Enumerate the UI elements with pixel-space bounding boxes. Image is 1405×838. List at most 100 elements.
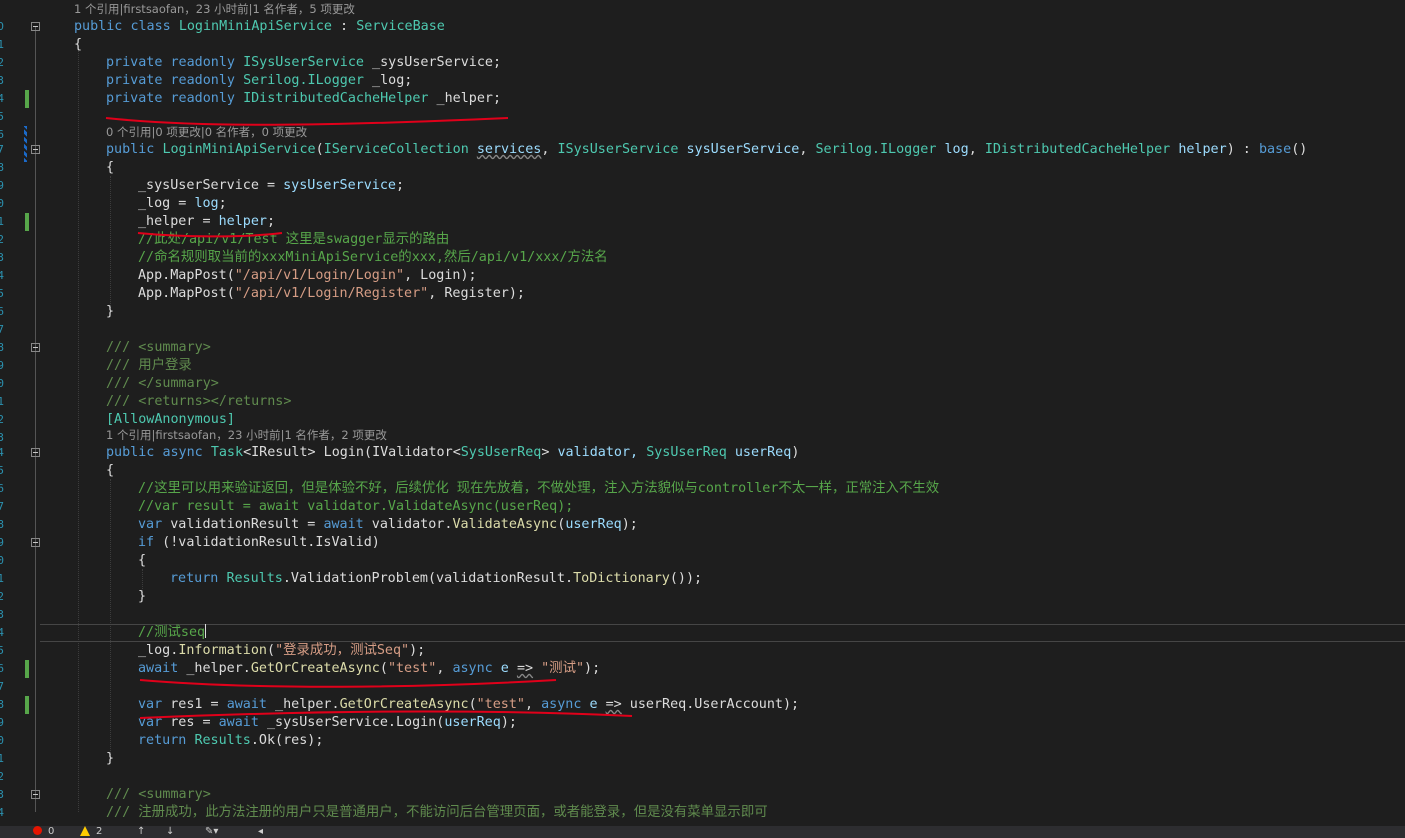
- code-line[interactable]: 8: [0, 678, 1405, 711]
- field-name: _helper;: [428, 91, 502, 106]
- scroll-left-icon[interactable]: ◂: [258, 826, 263, 838]
- code-line[interactable]: 7 //这里可以用来验证返回，但是体验不好，后续优化 现在先放着，不做处理，注入…: [0, 480, 1405, 513]
- expr: userReq.UserAccount: [621, 697, 783, 712]
- code-line[interactable]: 2 }: [0, 750, 1405, 783]
- code-line[interactable]: 1 public class LoginMiniApiService : Ser…: [0, 18, 1405, 51]
- method: Information: [178, 643, 267, 658]
- fold-toggle-icon[interactable]: [31, 538, 40, 547]
- punct: );: [500, 715, 517, 730]
- text-caret: [205, 624, 207, 638]
- lambda-param: e: [492, 661, 517, 676]
- fold-toggle-icon[interactable]: [31, 448, 40, 457]
- code-line[interactable]: 7 await _helper.GetOrCreateAsync("test",…: [0, 660, 1405, 693]
- arg: userReq: [444, 715, 501, 730]
- error-icon[interactable]: [33, 826, 42, 835]
- code-line[interactable]: 2 {: [0, 36, 1405, 69]
- code-line[interactable]: 8 //var result = await validator.Validat…: [0, 498, 1405, 531]
- assign-lhs: _helper =: [138, 214, 219, 229]
- xml-doc: /// </summary>: [106, 376, 219, 391]
- code-line[interactable]: 3 private readonly ISysUserService _sysU…: [0, 54, 1405, 87]
- code-line[interactable]: 0 if (!validationResult.IsValid): [0, 534, 1405, 567]
- code-line[interactable]: 8: [0, 321, 1405, 354]
- brace: {: [138, 553, 147, 568]
- code-line[interactable]: 9 /// <summary>: [0, 339, 1405, 372]
- type: Serilog.ILogger: [815, 142, 937, 157]
- fold-toggle-icon[interactable]: [31, 343, 40, 352]
- assign-rhs: helper: [218, 214, 267, 229]
- lambda-arrow: =>: [605, 697, 622, 712]
- code-line[interactable]: 4 //命名规则取当前的xxxMiniApiService的xxx,然后/api…: [0, 249, 1405, 282]
- code-line[interactable]: 5 private readonly IDistributedCacheHelp…: [0, 90, 1405, 123]
- param: helper: [1178, 142, 1227, 157]
- string: "test": [387, 661, 437, 676]
- field-name: _sysUserService;: [364, 55, 502, 70]
- keyword: var: [138, 715, 163, 730]
- codelens-text[interactable]: 1 个引用|firstsaofan，23 小时前|1 名作者，5 项更改: [74, 0, 355, 18]
- fold-toggle-icon[interactable]: [31, 790, 40, 799]
- codelens-ctor[interactable]: 7 0 个引用|0 项更改|0 名作者，0 项更改: [0, 123, 1405, 156]
- code-line[interactable]: 0 /// 用户登录: [0, 357, 1405, 390]
- keyword: base: [1258, 142, 1292, 157]
- arg: , Login: [404, 268, 461, 283]
- type: SysUserReq: [460, 445, 542, 460]
- code-cleanup-icon[interactable]: ✎▾: [205, 826, 218, 838]
- expr: _helper.: [267, 697, 340, 712]
- condition: (!validationResult.IsValid): [154, 535, 380, 550]
- codelens-class[interactable]: 0 1 个引用|firstsaofan，23 小时前|1 名作者，5 项更改: [0, 0, 1405, 33]
- fold-toggle-icon[interactable]: [31, 145, 40, 154]
- fold-toggle-icon[interactable]: [31, 22, 40, 31]
- code-line[interactable]: 2 _helper = helper;: [0, 213, 1405, 246]
- warning-icon[interactable]: [80, 826, 90, 836]
- type: Serilog.ILogger: [243, 73, 364, 88]
- error-count[interactable]: 0: [48, 826, 54, 838]
- code-line-current[interactable]: 5 //测试seq: [0, 624, 1405, 657]
- code-line[interactable]: 4 /// <summary>: [0, 786, 1405, 819]
- keyword: public: [106, 142, 155, 157]
- keyword: private: [106, 91, 163, 106]
- up-arrow-icon[interactable]: ↑: [137, 826, 145, 838]
- code-line[interactable]: 5 /// 注册成功，此方法注册的用户只是普通用户，不能访问后台管理页面，或者能…: [0, 804, 1405, 826]
- code-line[interactable]: 2 return Results.ValidationProblem(valid…: [0, 570, 1405, 603]
- punct: );: [460, 268, 477, 283]
- code-line[interactable]: 8 public LoginMiniApiService(IServiceCol…: [0, 141, 1405, 174]
- codelens-text[interactable]: 0 个引用|0 项更改|0 名作者，0 项更改: [106, 123, 307, 141]
- code-line[interactable]: 4: [0, 606, 1405, 639]
- code-editor[interactable]: 0 1 个引用|firstsaofan，23 小时前|1 名作者，5 项更改 1…: [0, 0, 1405, 826]
- keyword: return: [170, 571, 219, 586]
- code-line[interactable]: 2 /// <returns></returns>: [0, 393, 1405, 426]
- code-line[interactable]: 3 //此处/api/v1/Test 这里是swagger显示的路由: [0, 231, 1405, 264]
- warning-count[interactable]: 2: [96, 826, 102, 838]
- method: ToDictionary: [573, 571, 670, 586]
- string: "test": [476, 697, 525, 712]
- down-arrow-icon[interactable]: ↓: [166, 826, 174, 838]
- base-type: ServiceBase: [356, 19, 445, 34]
- type: IValidator: [372, 445, 453, 460]
- code-line[interactable]: 6 {: [0, 462, 1405, 495]
- code-line[interactable]: 6 _log.Information("登录成功，测试Seq");: [0, 642, 1405, 675]
- code-line[interactable]: 4 private readonly Serilog.ILogger _log;: [0, 72, 1405, 105]
- lambda-param: e: [581, 697, 606, 712]
- code-line[interactable]: 1 _log = log;: [0, 195, 1405, 228]
- code-line[interactable]: 0 _sysUserService = sysUserService;: [0, 177, 1405, 210]
- code-line[interactable]: 9 var res1 = await _helper.GetOrCreateAs…: [0, 696, 1405, 729]
- brace: }: [138, 589, 147, 604]
- code-line[interactable]: 3 }: [0, 588, 1405, 621]
- string: "测试": [541, 661, 585, 676]
- code-line[interactable]: 1 return Results.Ok(res);: [0, 732, 1405, 765]
- codelens-login[interactable]: 4 1 个引用|firstsaofan，23 小时前|1 名作者，2 项更改: [0, 426, 1405, 459]
- keyword: await: [218, 715, 259, 730]
- brace: {: [106, 463, 115, 478]
- punct: );: [621, 517, 638, 532]
- code-line[interactable]: 1 /// </summary>: [0, 375, 1405, 408]
- code-line[interactable]: 3: [0, 768, 1405, 801]
- code-line[interactable]: 0 var res = await _sysUserService.Login(…: [0, 714, 1405, 747]
- code-line[interactable]: 9 var validationResult = await validator…: [0, 516, 1405, 549]
- type: ISysUserService: [557, 142, 679, 157]
- code-line[interactable]: 9 {: [0, 159, 1405, 192]
- codelens-text[interactable]: 1 个引用|firstsaofan，23 小时前|1 名作者，2 项更改: [106, 426, 387, 444]
- code-line[interactable]: 5 App.MapPost("/api/v1/Login/Login", Log…: [0, 267, 1405, 300]
- code-line[interactable]: 7 }: [0, 303, 1405, 336]
- code-line[interactable]: 1 {: [0, 552, 1405, 585]
- code-line[interactable]: 5 public async Task<IResult> Login(IVali…: [0, 444, 1405, 477]
- code-line[interactable]: 6 App.MapPost("/api/v1/Login/Register", …: [0, 285, 1405, 318]
